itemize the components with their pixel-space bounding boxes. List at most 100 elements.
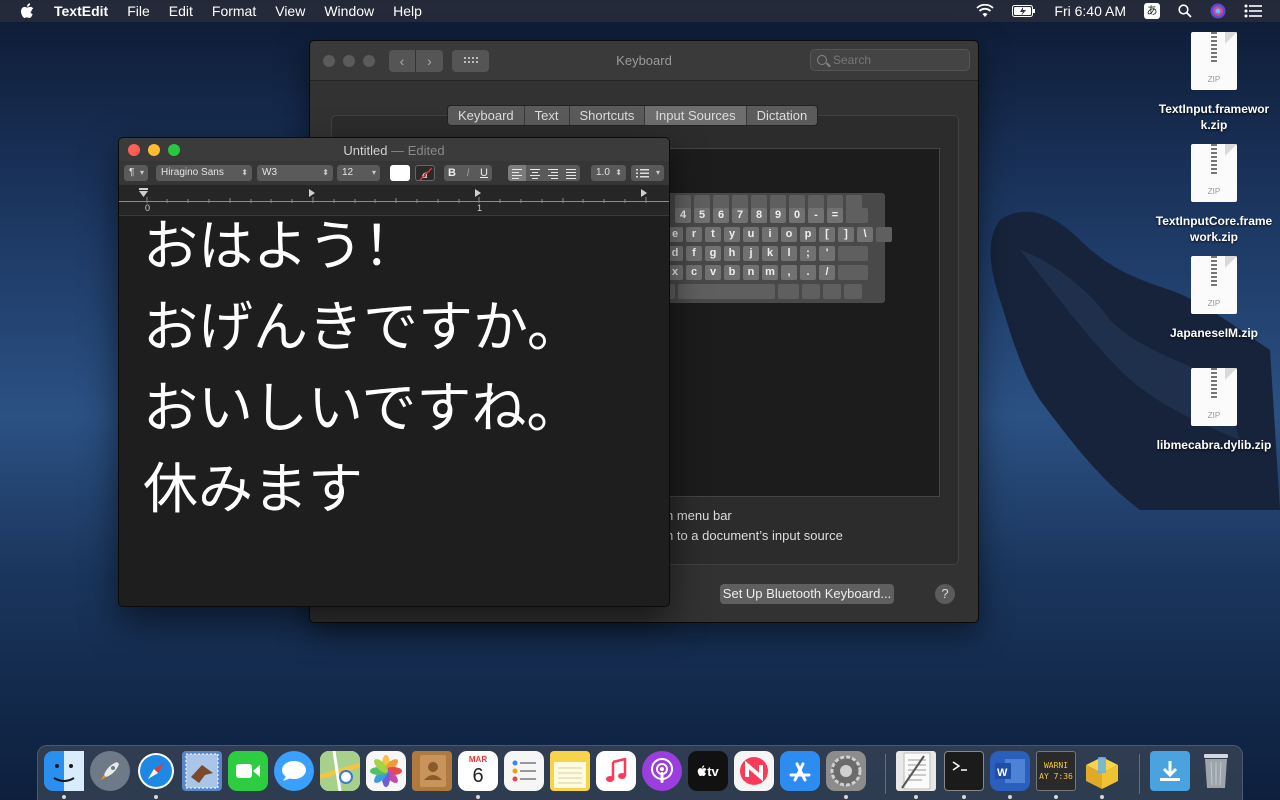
font-weight-popup[interactable]: W3 ⬍ [257,165,333,181]
wifi-icon[interactable] [976,4,995,18]
dock-maps[interactable] [320,751,360,791]
align-right-button[interactable] [544,165,562,181]
dock-launchpad[interactable] [90,751,130,791]
dock-podcasts[interactable] [642,751,682,791]
keyboard-key: 4 [675,208,691,223]
desktop-icon-libmecabra[interactable]: ZIP libmecabra.dylib.zip [1154,368,1274,453]
dock-facetime[interactable] [228,751,268,791]
dock-news[interactable] [734,751,774,791]
line-spacing-popup[interactable]: 1.0 ⬍ [591,165,626,181]
apple-menu-icon[interactable] [20,3,34,19]
dock-mail[interactable] [182,751,222,791]
siri-icon[interactable] [1210,3,1226,19]
dock-textedit[interactable] [896,751,936,791]
help-button[interactable]: ? [935,584,955,604]
align-left-button[interactable] [508,165,526,181]
auto-switch-input-option[interactable]: h to a document’s input source [666,528,843,543]
align-justify-button[interactable] [562,165,580,181]
dock-notes[interactable] [550,751,590,791]
keyboard-key: 8 [751,208,767,223]
prefs-search-field[interactable]: Search [810,49,970,71]
text-color-swatch[interactable] [390,165,410,181]
video-camera-icon [236,764,260,778]
menu-window[interactable]: Window [324,0,374,22]
document-line: 休みます [143,457,364,521]
dock-contacts[interactable] [412,751,452,791]
tv-label: tv [707,763,719,779]
spotlight-search-icon[interactable] [1178,4,1192,18]
font-size-combo[interactable]: 12 ▾ [337,165,380,181]
dock-archive-utility[interactable] [1082,751,1122,791]
notification-center-icon[interactable] [1244,4,1262,18]
dock-tv[interactable]: tv [688,751,728,791]
document-line: おはよう！ [143,214,419,278]
checklist-icon [512,760,536,782]
battery-icon[interactable] [1012,5,1036,17]
first-line-indent-marker[interactable] [139,188,148,197]
dock-calendar[interactable]: MAR 6 [458,751,498,791]
keyboard-key: - [808,208,824,223]
download-arrow-icon [1160,761,1180,781]
dock-console[interactable]: WARNI AY 7:36 [1036,751,1076,791]
music-note-icon [606,758,627,782]
input-source-icon[interactable]: あ [1144,3,1160,19]
keyboard-key: ] [838,227,854,242]
tab-input-sources[interactable]: Input Sources [645,106,747,125]
tab-stop-marker[interactable] [475,189,481,197]
menu-help[interactable]: Help [393,0,422,22]
tab-stop-marker[interactable] [309,189,315,197]
dock-terminal[interactable] [944,751,984,791]
zip-file-icon: ZIP [1191,368,1237,426]
font-family-label: Hiragino Sans [161,167,224,178]
tab-shortcuts[interactable]: Shortcuts [569,106,646,125]
menu-app-name[interactable]: TextEdit [54,0,108,22]
dock-word[interactable]: W [990,751,1030,791]
menu-bar: TextEdit File Edit Format View Window He… [0,0,1280,22]
keyboard-key: h [724,246,740,261]
textedit-titlebar: Untitled — Edited [119,138,669,161]
calendar-day: 6 [472,765,484,787]
menu-view[interactable]: View [275,0,305,22]
background-color-swatch[interactable]: a [415,165,435,181]
tab-dictation[interactable]: Dictation [746,106,818,125]
menu-format[interactable]: Format [212,0,256,22]
dock-reminders[interactable] [504,751,544,791]
setup-bluetooth-keyboard-button[interactable]: Set Up Bluetooth Keyboard... [720,584,894,604]
title-separator: — [391,143,405,158]
desktop-icon-label: TextInputCore.framework.zip [1155,214,1273,244]
menu-file[interactable]: File [127,0,150,22]
menu-edit[interactable]: Edit [169,0,193,22]
dock-finder[interactable] [44,751,84,791]
list-bullets-popup[interactable]: ▾ [631,165,664,181]
tab-stop-marker[interactable] [641,189,647,197]
desktop-icon-japaneseim[interactable]: ZIP JapaneseIM.zip [1154,256,1274,341]
paragraph-style-popup[interactable]: ¶ ▾ [124,165,148,181]
tab-text[interactable]: Text [524,106,570,125]
menu-clock[interactable]: Fri 6:40 AM [1054,3,1126,19]
desktop-icon-textinput-framework[interactable]: ZIP TextInput.framework.zip [1154,32,1274,133]
dock-safari[interactable] [136,751,176,791]
dock-messages[interactable] [274,751,314,791]
bold-button[interactable]: B [444,165,460,181]
keyboard-key: 9 [770,208,786,223]
app-store-icon [789,762,811,782]
show-input-menu-option[interactable]: n menu bar [666,508,732,523]
dock-trash[interactable] [1196,751,1236,791]
underline-button[interactable]: U [476,165,492,181]
keyboard-layout-preview: 4 5 6 7 8 9 0- = e r t y u i o p[] \ d f g h j k l; ' xcvbnm,.… [667,193,892,303]
tab-keyboard[interactable]: Keyboard [448,106,525,125]
dock-photos[interactable] [366,751,406,791]
italic-button[interactable]: I [460,165,476,181]
desktop-icon-textinputcore-framework[interactable]: ZIP TextInputCore.framework.zip [1154,144,1274,245]
dock-music[interactable] [596,751,636,791]
dock-system-preferences[interactable] [826,751,866,791]
font-family-popup[interactable]: Hiragino Sans ⬍ [156,165,252,181]
dock-app-store[interactable] [780,751,820,791]
notepad-icon [554,754,586,788]
dock-downloads[interactable] [1150,751,1190,791]
align-center-button[interactable] [526,165,544,181]
keyboard-key: . [800,265,816,280]
zip-file-icon: ZIP [1191,32,1237,90]
document-text-area[interactable]: おはよう！ おげんきですか。 おいしいですね。 休みます [119,214,669,606]
running-indicator [844,795,848,799]
